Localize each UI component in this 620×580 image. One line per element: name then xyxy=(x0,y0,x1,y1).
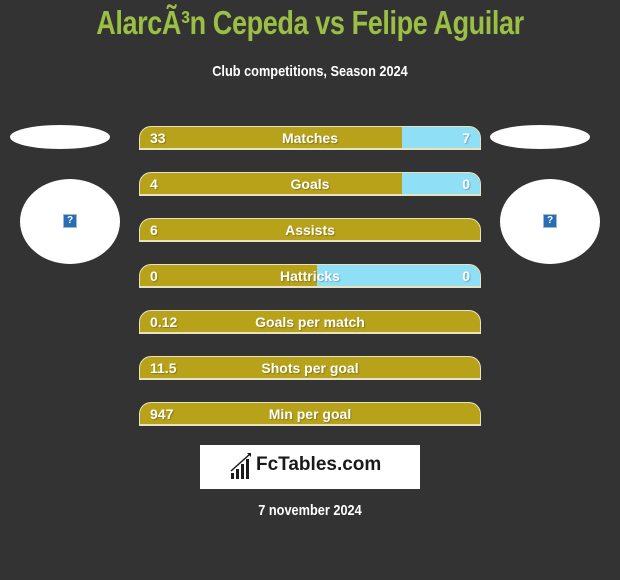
bar-chart-icon xyxy=(230,453,251,479)
fctables-logo[interactable]: FcTables.com xyxy=(200,445,420,489)
competition-subtitle: Club competitions, Season 2024 xyxy=(212,63,408,80)
stat-label: Min per goal xyxy=(268,406,352,422)
right-value: 0 xyxy=(462,176,470,192)
stat-label: Matches xyxy=(281,130,339,146)
right-value: 0 xyxy=(462,268,470,284)
logo-text: FcTables.com xyxy=(256,454,382,475)
right-player-avatar[interactable]: ? xyxy=(500,179,600,264)
stat-label: Assists xyxy=(285,222,335,238)
stat-row-goals-per-match: 0.12 Goals per match xyxy=(139,310,481,334)
right-player-name-badge xyxy=(490,125,590,149)
stat-label: Goals xyxy=(290,176,330,192)
page-title: AlarcÃ³n Cepeda vs Felipe Aguilar xyxy=(96,4,524,41)
stat-row-hattricks: 0 Hattricks 0 xyxy=(139,264,481,288)
stat-row-matches: 33 Matches 7 xyxy=(139,126,481,150)
stat-row-goals: 4 Goals 0 xyxy=(139,172,481,196)
stat-label: Goals per match xyxy=(255,314,365,330)
right-value: 7 xyxy=(462,130,470,146)
stat-row-assists: 6 Assists xyxy=(139,218,481,242)
stat-row-min-per-goal: 947 Min per goal xyxy=(139,402,481,426)
stat-row-shots-per-goal: 11.5 Shots per goal xyxy=(139,356,481,380)
broken-image-icon: ? xyxy=(63,214,77,228)
date-label: 7 november 2024 xyxy=(258,502,362,519)
broken-image-icon: ? xyxy=(543,214,557,228)
left-player-avatar[interactable]: ? xyxy=(20,179,120,264)
stat-label: Hattricks xyxy=(280,268,340,284)
stat-label: Shots per goal xyxy=(261,360,359,376)
left-player-name-badge xyxy=(10,125,110,149)
